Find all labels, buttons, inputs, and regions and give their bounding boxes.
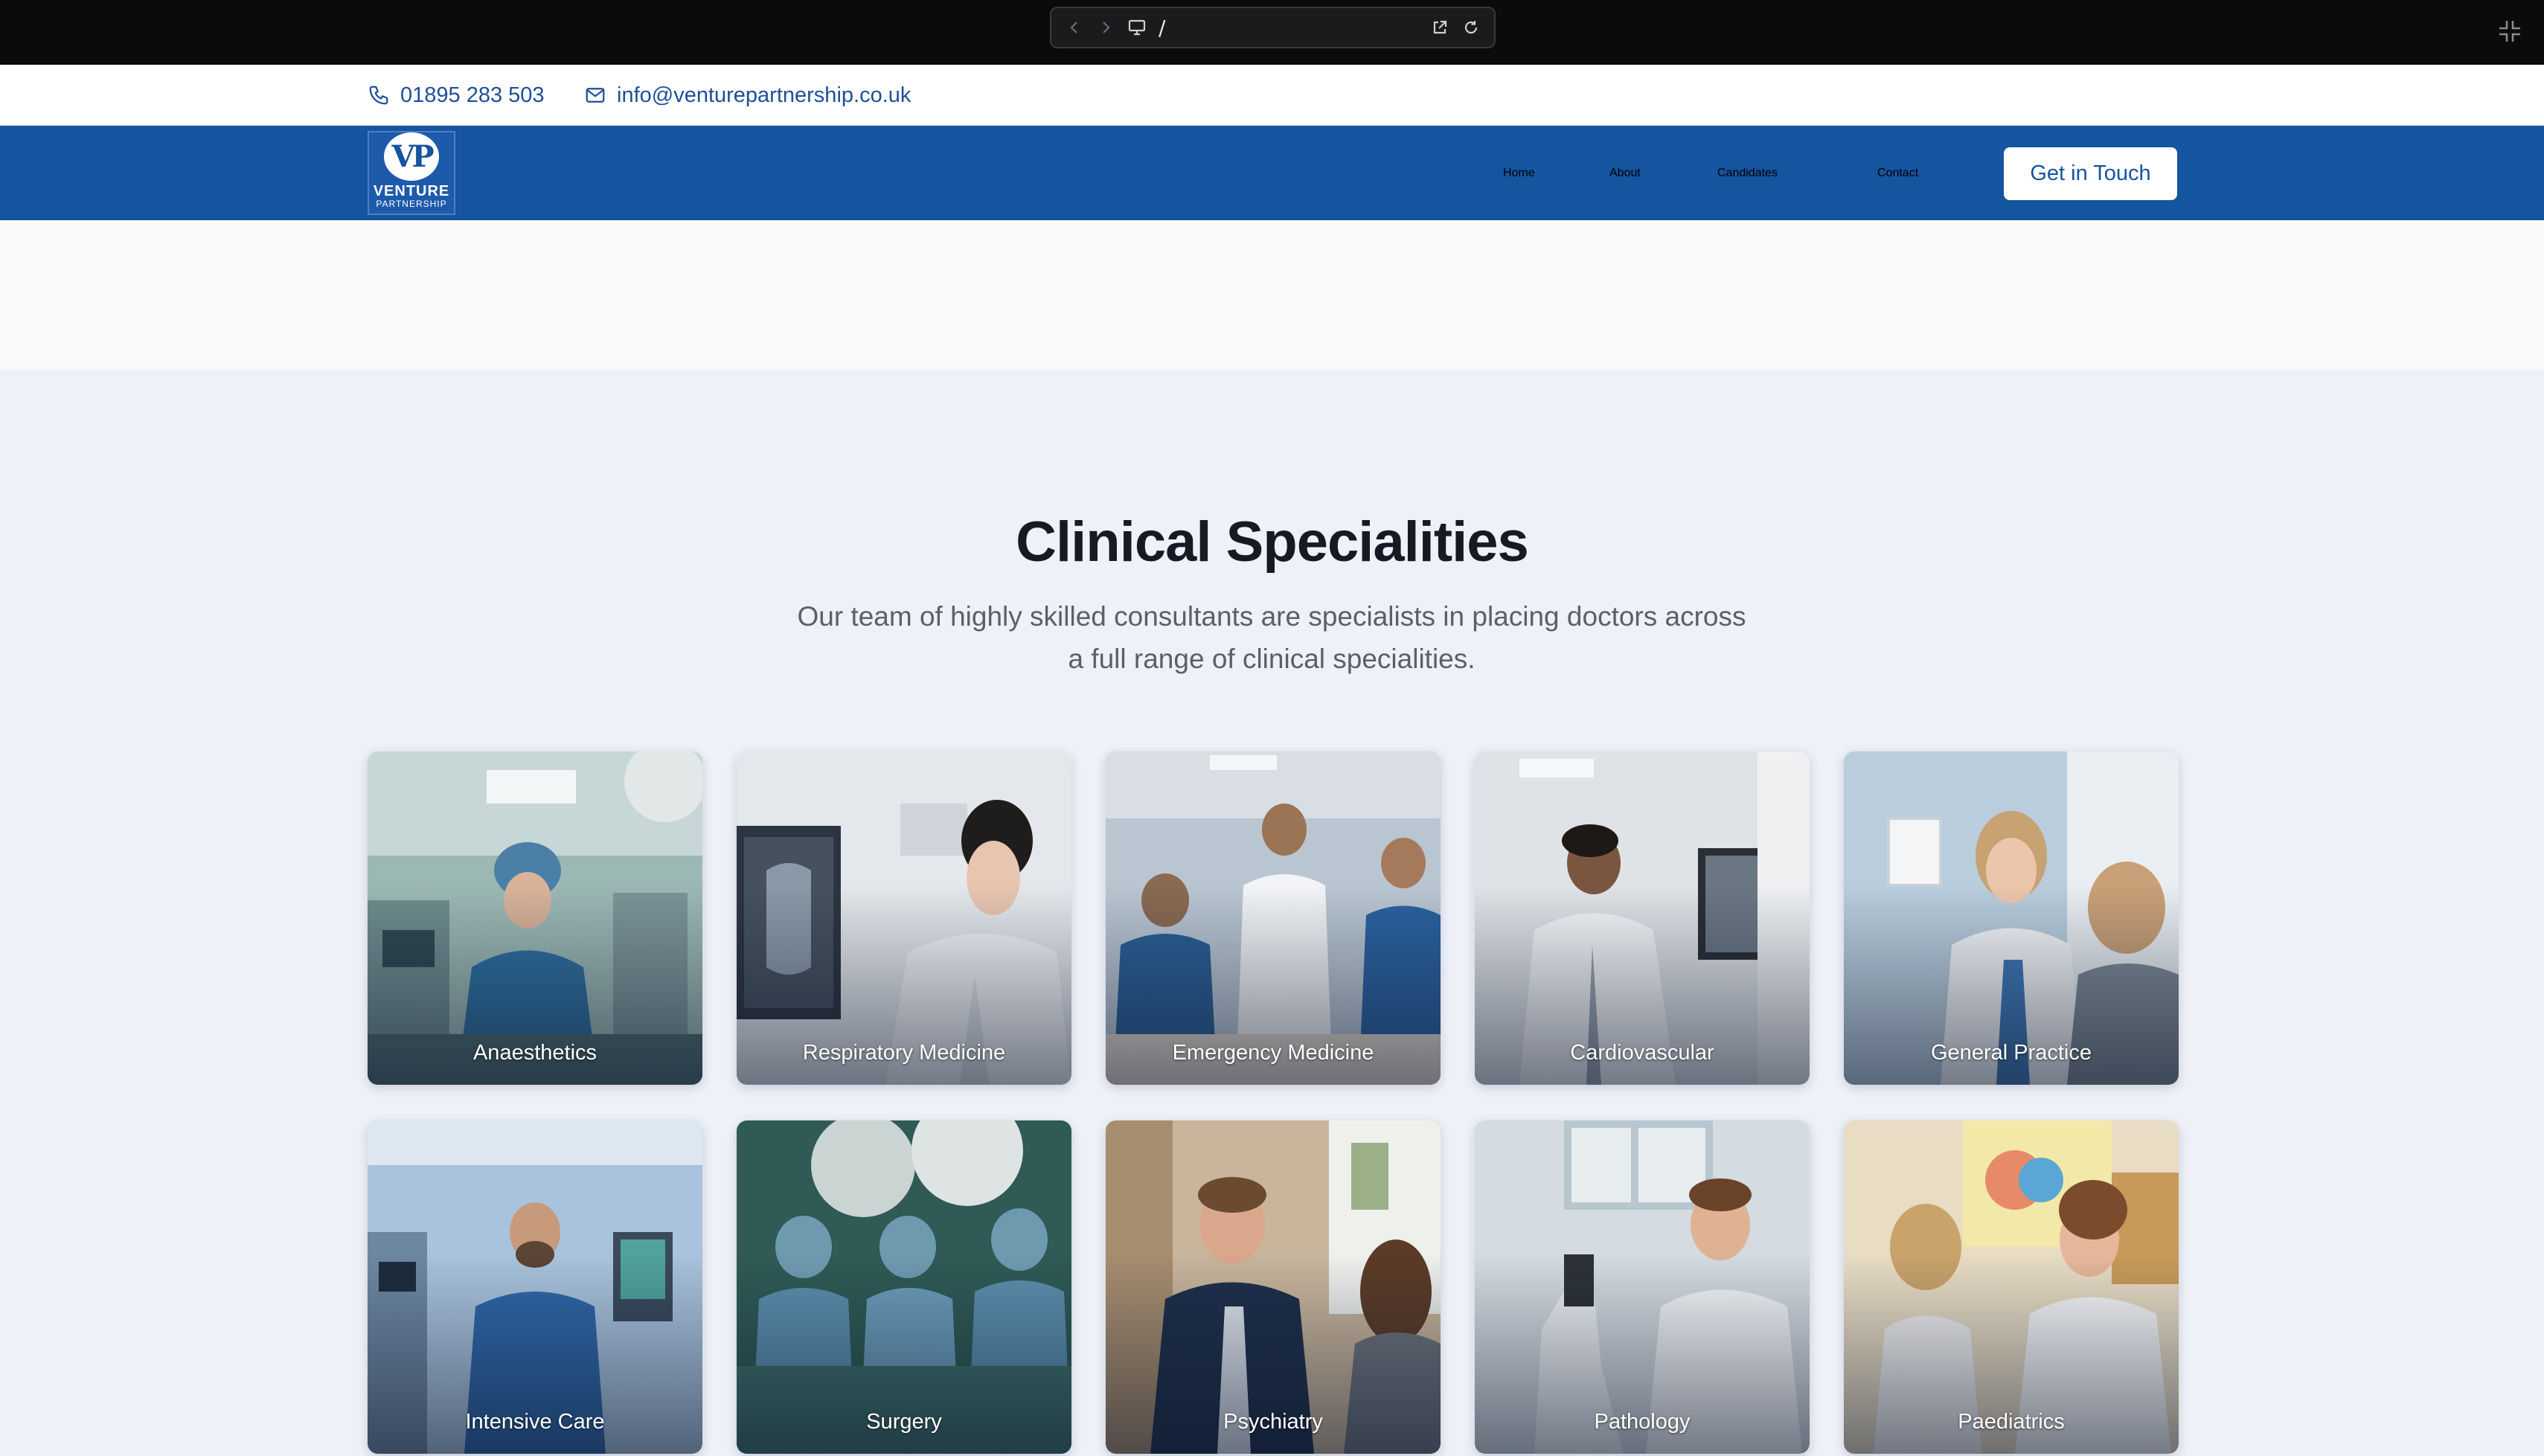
collapse-icon[interactable]: [2496, 18, 2523, 45]
vp-logo-mark: VP: [384, 132, 439, 181]
speciality-card-psychiatry[interactable]: Psychiatry: [1106, 1120, 1441, 1454]
back-icon[interactable]: [1065, 18, 1084, 37]
speciality-card-paediatrics[interactable]: Paediatrics: [1844, 1120, 2179, 1454]
email-link[interactable]: info@venturepartnership.co.uk: [584, 65, 911, 126]
open-external-icon[interactable]: [1430, 18, 1449, 37]
get-in-touch-button[interactable]: Get in Touch: [2004, 147, 2177, 200]
nav-candidates[interactable]: Candidates: [1717, 126, 1778, 220]
site-logo[interactable]: VP VENTURE PARTNERSHIP: [368, 131, 455, 215]
nav-contact[interactable]: Contact: [1877, 126, 1918, 220]
speciality-label: General Practice: [1931, 1041, 2092, 1065]
speciality-card-anaesthetics[interactable]: Anaesthetics: [368, 751, 702, 1085]
address-bar[interactable]: /: [1050, 7, 1496, 48]
section-title: Clinical Specialities: [1016, 510, 1529, 574]
mail-icon: [586, 88, 605, 103]
speciality-card-respiratory-medicine[interactable]: Respiratory Medicine: [737, 751, 1071, 1085]
browser-chrome: /: [0, 0, 2544, 65]
speciality-label: Respiratory Medicine: [802, 1041, 1006, 1065]
site-header: VP VENTURE PARTNERSHIP Home About Candid…: [0, 126, 2544, 220]
speciality-label: Anaesthetics: [472, 1041, 597, 1065]
speciality-label: Intensive Care: [465, 1410, 605, 1434]
phone-link[interactable]: 01895 283 503: [368, 65, 545, 126]
phone-number: 01895 283 503: [400, 83, 545, 107]
speciality-label: Pathology: [1594, 1410, 1691, 1434]
logo-line-2: PARTNERSHIP: [376, 198, 447, 209]
speciality-label: Paediatrics: [1958, 1410, 2065, 1434]
section-subtitle: Our team of highly skilled consultants a…: [751, 595, 1792, 680]
nav-about[interactable]: About: [1609, 126, 1641, 220]
speciality-label: Psychiatry: [1223, 1410, 1323, 1434]
contact-bar: 01895 283 503 info@venturepartnership.co…: [0, 65, 2544, 126]
url-path: /: [1159, 15, 1166, 40]
logo-line-1: VENTURE: [373, 182, 450, 199]
speciality-card-intensive-care[interactable]: Intensive Care: [368, 1120, 702, 1454]
speciality-card-surgery[interactable]: Surgery: [737, 1120, 1071, 1454]
subtitle-line-2: a full range of clinical specialities.: [1068, 644, 1476, 674]
speciality-card-general-practice[interactable]: General Practice: [1844, 751, 2179, 1085]
speciality-label: Emergency Medicine: [1172, 1041, 1374, 1065]
forward-icon[interactable]: [1096, 18, 1115, 37]
speciality-card-cardiovascular[interactable]: Cardiovascular: [1475, 751, 1810, 1085]
hero-spacer: [0, 220, 2544, 370]
speciality-card-emergency-medicine[interactable]: Emergency Medicine: [1106, 751, 1441, 1085]
email-address: info@venturepartnership.co.uk: [617, 83, 911, 107]
speciality-label: Cardiovascular: [1570, 1041, 1714, 1065]
reload-icon[interactable]: [1461, 18, 1481, 37]
speciality-card-pathology[interactable]: Pathology: [1475, 1120, 1810, 1454]
nav-home[interactable]: Home: [1503, 126, 1535, 220]
speciality-label: Surgery: [866, 1410, 942, 1434]
subtitle-line-1: Our team of highly skilled consultants a…: [797, 601, 1746, 632]
monitor-icon: [1127, 18, 1147, 37]
phone-icon: [369, 86, 388, 105]
